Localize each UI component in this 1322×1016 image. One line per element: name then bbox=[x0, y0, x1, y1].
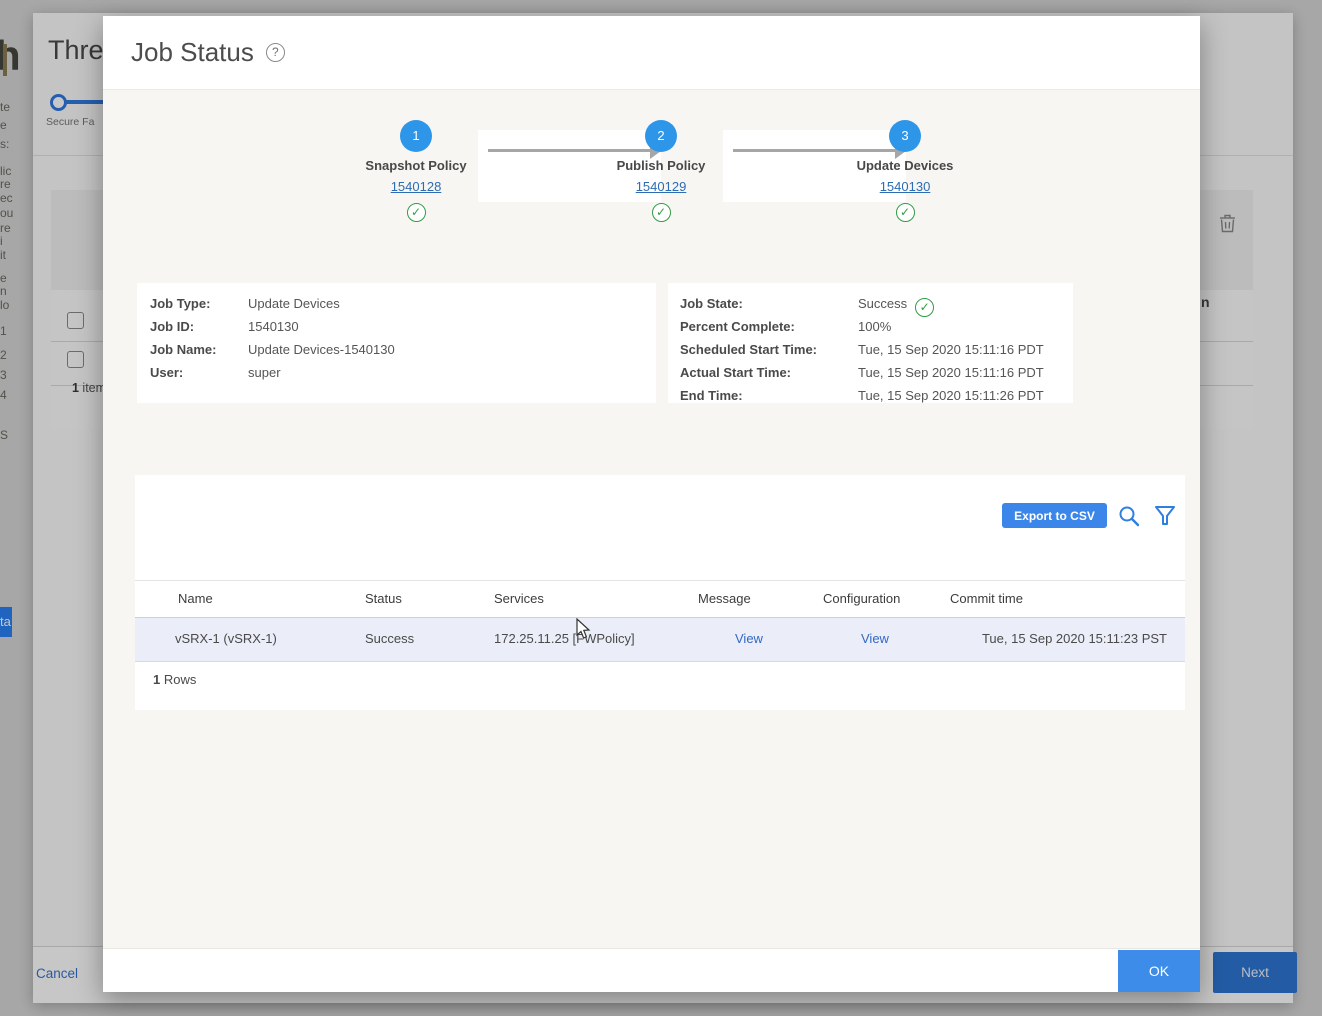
job-state-panel: Job State:Success✓ Percent Complete:100%… bbox=[668, 283, 1073, 403]
modal-title: Job Status bbox=[131, 37, 254, 68]
filter-icon[interactable] bbox=[1153, 504, 1177, 528]
detail-value: Tue, 15 Sep 2020 15:11:16 PDT bbox=[858, 338, 1044, 361]
ok-button[interactable]: OK bbox=[1118, 950, 1200, 992]
detail-label: Scheduled Start Time: bbox=[680, 338, 817, 361]
detail-value: Tue, 15 Sep 2020 15:11:16 PDT bbox=[858, 361, 1044, 384]
table-header-row: Name Status Services Message Configurati… bbox=[135, 580, 1185, 618]
detail-label: End Time: bbox=[680, 384, 743, 407]
step-number-badge: 2 bbox=[645, 120, 677, 152]
success-check-icon: ✓ bbox=[915, 295, 934, 318]
detail-value: Tue, 15 Sep 2020 15:11:26 PDT bbox=[858, 384, 1044, 407]
help-icon[interactable]: ? bbox=[266, 43, 285, 62]
step-success-icon: ✓ bbox=[576, 203, 746, 222]
job-id-link[interactable]: 1540130 bbox=[880, 179, 931, 194]
column-header-status[interactable]: Status bbox=[365, 591, 402, 606]
step-update-devices: 3 Update Devices 1540130 ✓ bbox=[820, 120, 990, 222]
search-icon[interactable] bbox=[1117, 504, 1141, 528]
device-results-table: Export to CSV Name Status Services Messa… bbox=[135, 475, 1185, 710]
modal-body: 1 Snapshot Policy 1540128 ✓ 2 Publish Po… bbox=[103, 90, 1200, 948]
modal-footer: OK bbox=[103, 948, 1200, 992]
mouse-cursor bbox=[576, 618, 591, 640]
message-view-link[interactable]: View bbox=[735, 631, 763, 646]
table-row[interactable]: vSRX-1 (vSRX-1) Success 172.25.11.25 [FW… bbox=[135, 618, 1185, 662]
detail-value: Update Devices-1540130 bbox=[248, 338, 395, 361]
step-number-badge: 1 bbox=[400, 120, 432, 152]
detail-label: Job State: bbox=[680, 292, 743, 315]
step-publish-policy: 2 Publish Policy 1540129 ✓ bbox=[576, 120, 746, 222]
detail-value: 100% bbox=[858, 315, 891, 338]
step-snapshot-policy: 1 Snapshot Policy 1540128 ✓ bbox=[331, 120, 501, 222]
job-details-panel: Job Type: Update Devices Job ID: 1540130 J… bbox=[137, 283, 656, 403]
row-count: 1 Rows bbox=[153, 672, 196, 687]
screen: tees:licreecoureiitenlo1234S h ta Thre S… bbox=[0, 0, 1322, 1016]
detail-value: super bbox=[248, 361, 281, 384]
step-label: Update Devices bbox=[820, 158, 990, 173]
cell-status: Success bbox=[365, 631, 414, 646]
detail-label: Percent Complete: bbox=[680, 315, 795, 338]
detail-label: Job Type: bbox=[150, 292, 210, 315]
detail-label: Job Name: bbox=[150, 338, 216, 361]
column-header-name[interactable]: Name bbox=[178, 591, 213, 606]
detail-label: Actual Start Time: bbox=[680, 361, 791, 384]
step-label: Publish Policy bbox=[576, 158, 746, 173]
job-id-link[interactable]: 1540129 bbox=[636, 179, 687, 194]
configuration-view-link[interactable]: View bbox=[861, 631, 889, 646]
cell-services: 172.25.11.25 [FWPolicy] bbox=[494, 631, 635, 646]
cell-commit-time: Tue, 15 Sep 2020 15:11:23 PST bbox=[982, 631, 1167, 646]
job-status-modal: Job Status ? 1 Snapshot Policy 1540128 ✓… bbox=[103, 16, 1200, 992]
step-success-icon: ✓ bbox=[820, 203, 990, 222]
column-header-configuration[interactable]: Configuration bbox=[823, 591, 900, 606]
column-header-message[interactable]: Message bbox=[698, 591, 751, 606]
cell-name: vSRX-1 (vSRX-1) bbox=[175, 631, 277, 646]
detail-label: Job ID: bbox=[150, 315, 194, 338]
detail-label: User: bbox=[150, 361, 183, 384]
column-header-services[interactable]: Services bbox=[494, 591, 544, 606]
step-label: Snapshot Policy bbox=[331, 158, 501, 173]
detail-value: Update Devices bbox=[248, 292, 340, 315]
step-success-icon: ✓ bbox=[331, 203, 501, 222]
export-to-csv-button[interactable]: Export to CSV bbox=[1002, 503, 1107, 528]
job-id-link[interactable]: 1540128 bbox=[391, 179, 442, 194]
column-header-commit-time[interactable]: Commit time bbox=[950, 591, 1023, 606]
modal-header: Job Status ? bbox=[103, 16, 1200, 90]
detail-value: 1540130 bbox=[248, 315, 299, 338]
step-number-badge: 3 bbox=[889, 120, 921, 152]
